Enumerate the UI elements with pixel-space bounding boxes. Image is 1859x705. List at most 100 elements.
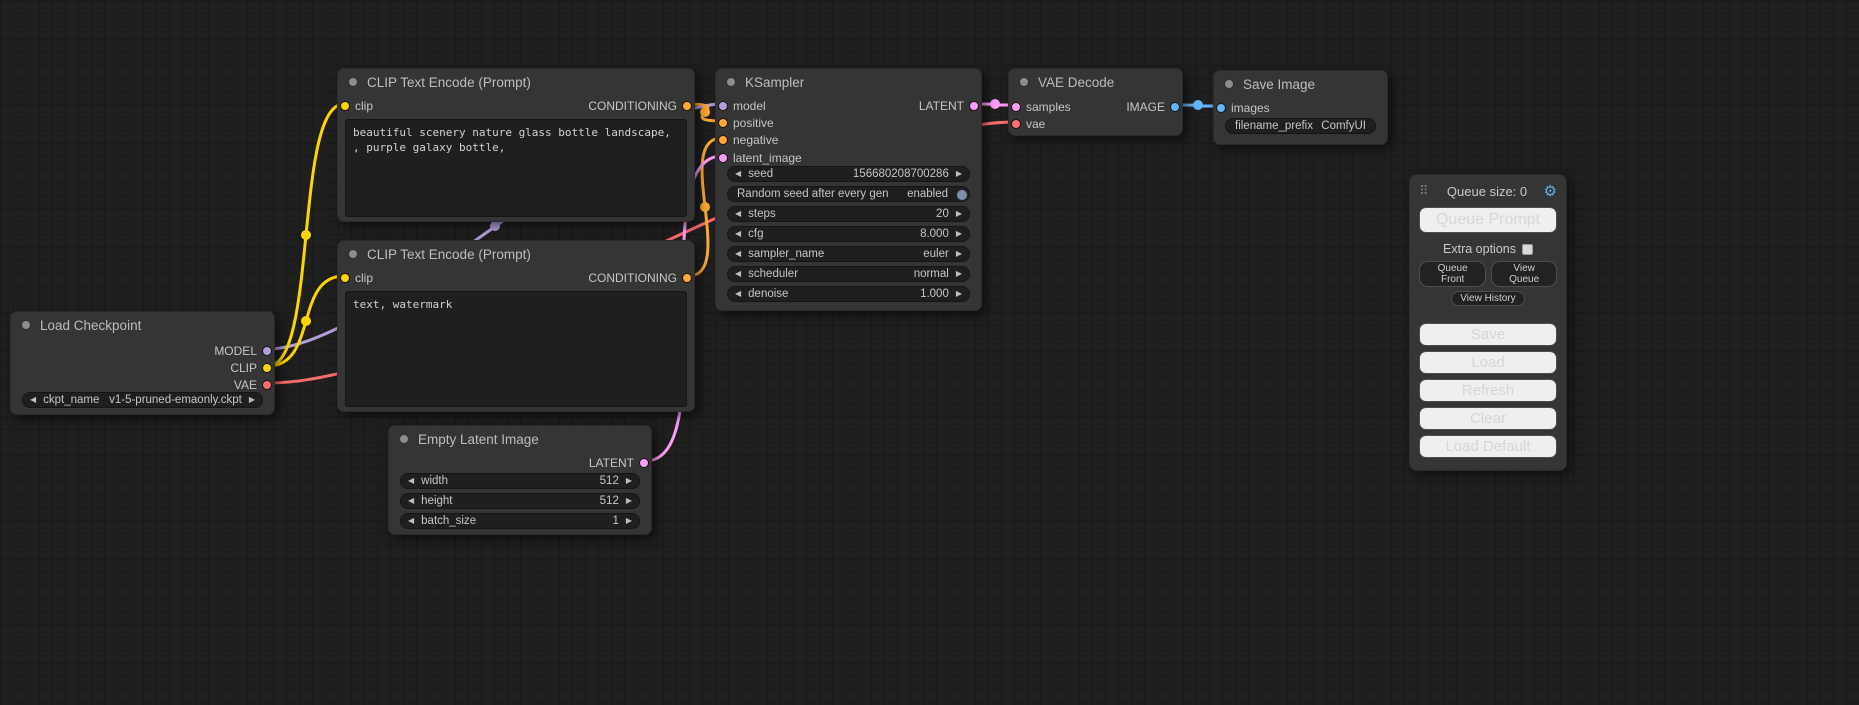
queue-front-button[interactable]: Queue Front bbox=[1419, 261, 1486, 287]
link-midpoint-dot-model[interactable] bbox=[490, 221, 500, 231]
latent-port-dot[interactable] bbox=[718, 153, 728, 163]
node-title-bar[interactable]: VAE Decode bbox=[1009, 69, 1182, 95]
node-clip-text-encode-positive[interactable]: CLIP Text Encode (Prompt) clip CONDITION… bbox=[337, 68, 695, 222]
conditioning-port-dot[interactable] bbox=[718, 118, 728, 128]
node-save-image[interactable]: Save Image images filename_prefix ComfyU… bbox=[1213, 70, 1388, 145]
collapse-dot-icon[interactable] bbox=[348, 249, 358, 259]
model-port-dot[interactable] bbox=[262, 346, 272, 356]
prompt-textarea[interactable]: beautiful scenery nature glass bottle la… bbox=[345, 119, 687, 217]
increment-arrow-icon[interactable]: ▶ bbox=[626, 517, 632, 525]
toggle-knob[interactable] bbox=[956, 189, 968, 201]
clip-port-dot[interactable] bbox=[340, 273, 350, 283]
refresh-button[interactable]: Refresh bbox=[1419, 379, 1557, 402]
node-title-bar[interactable]: KSampler bbox=[716, 69, 981, 95]
widget-height[interactable]: ◀ height 512 ▶ bbox=[400, 493, 640, 509]
model-port-dot[interactable] bbox=[718, 101, 728, 111]
widget-denoise[interactable]: ◀ denoise 1.000 ▶ bbox=[727, 286, 970, 302]
widget-scheduler[interactable]: ◀ scheduler normal ▶ bbox=[727, 266, 970, 282]
decrement-arrow-icon[interactable]: ◀ bbox=[735, 290, 741, 298]
image-port-dot[interactable] bbox=[1216, 103, 1226, 113]
latent-port-dot[interactable] bbox=[639, 458, 649, 468]
queue-prompt-button[interactable]: Queue Prompt bbox=[1419, 207, 1557, 233]
increment-arrow-icon[interactable]: ▶ bbox=[956, 210, 962, 218]
conditioning-port-dot[interactable] bbox=[682, 273, 692, 283]
port-label: VAE bbox=[234, 378, 257, 392]
widget-steps[interactable]: ◀ steps 20 ▶ bbox=[727, 206, 970, 222]
collapse-dot-icon[interactable] bbox=[1019, 77, 1029, 87]
collapse-dot-icon[interactable] bbox=[348, 77, 358, 87]
image-port-dot[interactable] bbox=[1170, 102, 1180, 112]
input-port-negative: negative bbox=[716, 131, 778, 148]
widget-batch-size[interactable]: ◀ batch_size 1 ▶ bbox=[400, 513, 640, 529]
view-history-button[interactable]: View History bbox=[1451, 291, 1524, 306]
link-midpoint-dot-clip-negative[interactable] bbox=[301, 316, 311, 326]
widget-filename-prefix[interactable]: filename_prefix ComfyUI bbox=[1225, 118, 1376, 134]
node-title: CLIP Text Encode (Prompt) bbox=[367, 75, 531, 90]
increment-arrow-icon[interactable]: ▶ bbox=[956, 170, 962, 178]
port-label: clip bbox=[355, 99, 373, 113]
node-ksampler[interactable]: KSampler model positive negative latent_… bbox=[715, 68, 982, 311]
conditioning-port-dot[interactable] bbox=[682, 101, 692, 111]
increment-arrow-icon[interactable]: ▶ bbox=[956, 270, 962, 278]
drag-handle-icon[interactable]: ⠿ bbox=[1419, 184, 1429, 199]
increment-arrow-icon[interactable]: ▶ bbox=[249, 396, 255, 404]
node-clip-text-encode-negative[interactable]: CLIP Text Encode (Prompt) clip CONDITION… bbox=[337, 240, 695, 412]
load-default-button[interactable]: Load Default bbox=[1419, 435, 1557, 458]
decrement-arrow-icon[interactable]: ◀ bbox=[408, 517, 414, 525]
increment-arrow-icon[interactable]: ▶ bbox=[956, 290, 962, 298]
view-queue-button[interactable]: View Queue bbox=[1491, 261, 1557, 287]
increment-arrow-icon[interactable]: ▶ bbox=[956, 250, 962, 258]
increment-arrow-icon[interactable]: ▶ bbox=[956, 230, 962, 238]
decrement-arrow-icon[interactable]: ◀ bbox=[735, 270, 741, 278]
link-midpoint-dot-image[interactable] bbox=[1193, 100, 1203, 110]
port-label: model bbox=[733, 99, 766, 113]
widget-random-seed-toggle[interactable]: Random seed after every gen enabled bbox=[727, 186, 970, 202]
collapse-dot-icon[interactable] bbox=[21, 320, 31, 330]
load-button[interactable]: Load bbox=[1419, 351, 1557, 374]
vae-port-dot[interactable] bbox=[1011, 119, 1021, 129]
collapse-dot-icon[interactable] bbox=[1224, 79, 1234, 89]
node-title-bar[interactable]: CLIP Text Encode (Prompt) bbox=[338, 69, 694, 95]
port-label: latent_image bbox=[733, 151, 802, 165]
node-load-checkpoint[interactable]: Load Checkpoint MODEL CLIP VAE ◀ ckpt_na… bbox=[10, 311, 275, 415]
collapse-dot-icon[interactable] bbox=[726, 77, 736, 87]
clip-port-dot[interactable] bbox=[340, 101, 350, 111]
link-midpoint-dot-clip-positive[interactable] bbox=[301, 230, 311, 240]
decrement-arrow-icon[interactable]: ◀ bbox=[735, 210, 741, 218]
collapse-dot-icon[interactable] bbox=[399, 434, 409, 444]
increment-arrow-icon[interactable]: ▶ bbox=[626, 497, 632, 505]
extra-options-checkbox[interactable] bbox=[1522, 244, 1533, 255]
node-title-bar[interactable]: Save Image bbox=[1214, 71, 1387, 97]
decrement-arrow-icon[interactable]: ◀ bbox=[735, 170, 741, 178]
widget-seed[interactable]: ◀ seed 156680208700286 ▶ bbox=[727, 166, 970, 182]
link-midpoint-dot-latent-to-decode[interactable] bbox=[990, 99, 1000, 109]
settings-gear-icon[interactable]: ⚙ bbox=[1544, 182, 1557, 200]
clip-port-dot[interactable] bbox=[262, 363, 272, 373]
increment-arrow-icon[interactable]: ▶ bbox=[626, 477, 632, 485]
save-button[interactable]: Save bbox=[1419, 323, 1557, 346]
widget-sampler-name[interactable]: ◀ sampler_name euler ▶ bbox=[727, 246, 970, 262]
node-title-bar[interactable]: Empty Latent Image bbox=[389, 426, 651, 452]
link-midpoint-dot-conditioning-positive[interactable] bbox=[700, 107, 710, 117]
decrement-arrow-icon[interactable]: ◀ bbox=[735, 230, 741, 238]
extra-options-row: Extra options bbox=[1419, 242, 1557, 256]
node-empty-latent-image[interactable]: Empty Latent Image LATENT ◀ width 512 ▶ … bbox=[388, 425, 652, 535]
decrement-arrow-icon[interactable]: ◀ bbox=[30, 396, 36, 404]
vae-port-dot[interactable] bbox=[262, 380, 272, 390]
latent-port-dot[interactable] bbox=[969, 101, 979, 111]
node-vae-decode[interactable]: VAE Decode samples vae IMAGE bbox=[1008, 68, 1183, 136]
prompt-textarea[interactable]: text, watermark bbox=[345, 291, 687, 407]
widget-cfg[interactable]: ◀ cfg 8.000 ▶ bbox=[727, 226, 970, 242]
latent-port-dot[interactable] bbox=[1011, 102, 1021, 112]
link-midpoint-dot-conditioning-negative[interactable] bbox=[700, 202, 710, 212]
graph-canvas[interactable]: Load Checkpoint MODEL CLIP VAE ◀ ckpt_na… bbox=[0, 0, 1859, 705]
node-title-bar[interactable]: CLIP Text Encode (Prompt) bbox=[338, 241, 694, 267]
widget-width[interactable]: ◀ width 512 ▶ bbox=[400, 473, 640, 489]
widget-ckpt-name[interactable]: ◀ ckpt_name v1-5-pruned-emaonly.ckpt ▶ bbox=[22, 392, 263, 408]
node-title-bar[interactable]: Load Checkpoint bbox=[11, 312, 274, 338]
decrement-arrow-icon[interactable]: ◀ bbox=[735, 250, 741, 258]
decrement-arrow-icon[interactable]: ◀ bbox=[408, 497, 414, 505]
clear-button[interactable]: Clear bbox=[1419, 407, 1557, 430]
decrement-arrow-icon[interactable]: ◀ bbox=[408, 477, 414, 485]
conditioning-port-dot[interactable] bbox=[718, 135, 728, 145]
